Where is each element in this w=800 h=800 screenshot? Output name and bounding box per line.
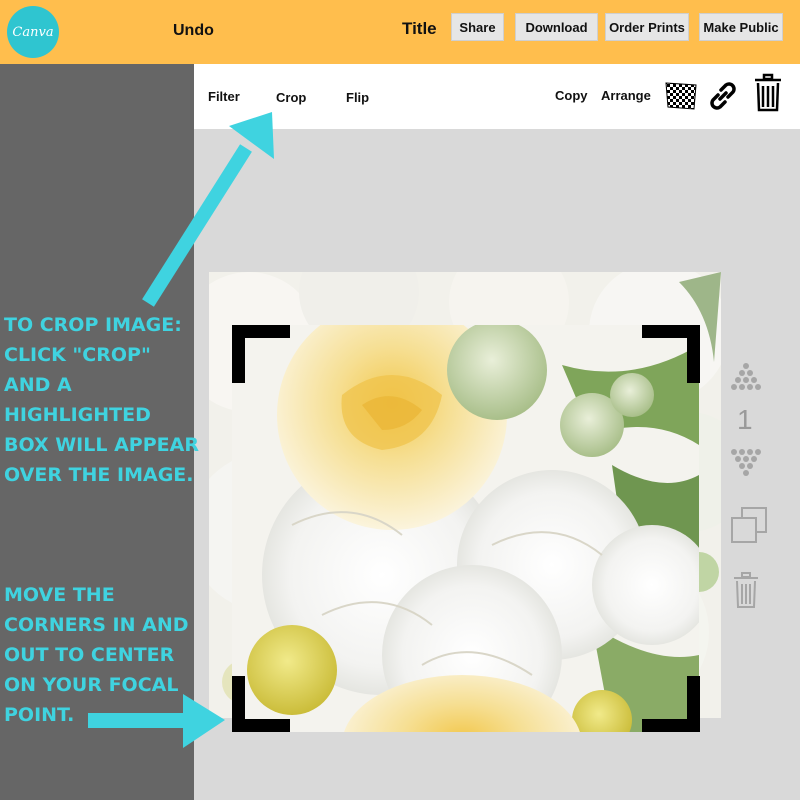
arrow-to-crop xyxy=(142,112,274,307)
crop-instruction-text: TO CROP IMAGE: CLICK "CROP" AND A HIGHLI… xyxy=(4,314,199,486)
corner-instruction-text: MOVE THE CORNERS IN AND OUT TO CENTER ON… xyxy=(4,584,189,726)
